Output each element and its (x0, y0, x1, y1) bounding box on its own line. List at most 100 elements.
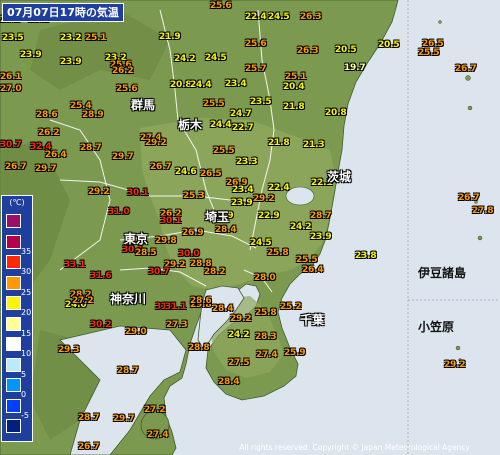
temperature-legend: (℃) 35 30 25 20 15 10 5 0 -5 (1, 195, 33, 442)
legend-swatch (6, 337, 21, 351)
temperature-value: 24.5 (205, 53, 227, 63)
prefecture-label-kanagawa: 神奈川 (110, 292, 147, 306)
temperature-value: 24.2 (228, 330, 250, 340)
temperature-value: 26.2 (38, 128, 60, 138)
prefecture-label-tokyo: 東京 (124, 232, 149, 246)
legend-swatch (6, 419, 21, 433)
legend-label: -5 (21, 410, 29, 420)
temperature-value: 29.7 (112, 152, 134, 162)
temperature-value: 28.7 (117, 366, 139, 376)
temperature-value: 30.2 (90, 320, 112, 330)
temperature-value: 28.7 (310, 211, 332, 221)
temperature-value: 25.8 (267, 248, 289, 258)
temperature-value: 23.2 (60, 33, 82, 43)
temperature-value: 28.6 (36, 110, 58, 120)
temperature-value: 23.9 (231, 198, 253, 208)
island-label-izu: 伊豆諸島 (418, 266, 467, 280)
temperature-value: 26.4 (302, 265, 324, 275)
temperature-value: 21.9 (159, 32, 181, 42)
temperature-value: 23.9 (60, 57, 82, 67)
legend-swatch (6, 255, 21, 269)
temperature-value: 24.6 (175, 167, 197, 177)
temperature-value: 26.7 (5, 162, 27, 172)
temperature-value: 27.3 (166, 320, 188, 330)
temperature-value: 29.2 (444, 360, 466, 370)
temperature-value: 25.2 (280, 302, 302, 312)
temperature-value: 22.4 (245, 12, 267, 22)
copyright-notice: All rights reserved. Copyright © Japan M… (239, 443, 470, 452)
legend-label: 0 (21, 390, 27, 399)
temperature-value: 26.5 (200, 169, 222, 179)
prefecture-label-tochigi: 栃木 (178, 118, 203, 132)
temperature-value: 29.2 (253, 194, 275, 204)
temperature-value: 30.0 (178, 249, 200, 259)
temperature-value: 20.4 (283, 82, 305, 92)
temperature-value: 28.0 (254, 273, 276, 283)
temperature-value: 31.0 (108, 207, 130, 217)
temperature-value: 25.7 (245, 64, 267, 74)
temperature-value: 28.9 (82, 110, 104, 120)
temperature-value: 24.2 (290, 222, 312, 232)
temperature-value: 23.4 (225, 79, 247, 89)
prefecture-label-ibaraki: 茨城 (327, 170, 352, 184)
temperature-value: 26.3 (300, 12, 322, 22)
temperature-value: 22.7 (232, 123, 254, 133)
temperature-value: 28.4 (215, 225, 237, 235)
temperature-value: 27.4 (147, 430, 169, 440)
temperature-value: 25.6 (210, 1, 232, 11)
temperature-value: 26.7 (455, 64, 477, 74)
temperature-value: 25.6 (116, 84, 138, 94)
temperature-value: 27.8 (472, 206, 494, 216)
temperature-value: 21.3 (303, 140, 325, 150)
temperature-value: 23.8 (355, 251, 377, 261)
temperature-value: 26.2 (112, 66, 134, 76)
temperature-value: 21.8 (268, 138, 290, 148)
temperature-value: 25.5 (213, 146, 235, 156)
temperature-value: 20.8 (325, 108, 347, 118)
temperature-value: 27.2 (144, 405, 166, 415)
temperature-value: 31.6 (90, 271, 112, 281)
prefecture-label-chiba: 千葉 (300, 313, 325, 327)
temperature-value: 30.7 (148, 267, 170, 277)
prefecture-label-gunma: 群馬 (131, 98, 156, 112)
temperature-value: 28.3 (255, 332, 277, 342)
temperature-value: 26.4 (45, 150, 67, 160)
map-title: 07月07日17時の気温 (2, 3, 124, 22)
temperature-value: 23.3 (236, 157, 258, 167)
temperature-value: 33.1 (64, 260, 86, 270)
temperature-value: 23.5 (2, 33, 24, 43)
temperature-value: 27.2 (72, 296, 94, 306)
temperature-value: 22.9 (258, 211, 280, 221)
temperature-value: 23.5 (250, 97, 272, 107)
temperature-value: 22.4 (268, 183, 290, 193)
temperature-value: 26.1 (0, 72, 22, 82)
temperature-value: 30.7 (0, 140, 22, 150)
legend-label: 5 (21, 369, 27, 379)
temperature-value: 24.7 (230, 109, 252, 119)
temperature-value: 25.5 (296, 255, 318, 265)
temperature-value: 24.5 (250, 238, 272, 248)
legend-swatch (6, 398, 21, 413)
legend-unit: (℃) (9, 198, 25, 207)
legend-swatch (6, 357, 21, 372)
temperature-value: 26.9 (182, 228, 204, 238)
temperature-value: 19.7 (344, 63, 366, 73)
temperature-value: 20.5 (378, 40, 400, 50)
temperature-value: 25.9 (284, 348, 306, 358)
temperature-value: 25.8 (255, 308, 277, 318)
temperature-value: 28.8 (188, 343, 210, 353)
temperature-value: 28.4 (212, 304, 234, 314)
legend-label: 30 (21, 267, 32, 276)
temperature-value: 30.1 (160, 216, 182, 226)
temperature-value: 29.0 (125, 327, 147, 337)
temperature-value: 27.5 (228, 358, 250, 368)
temperature-map: 20.920.825.622.424.526.323.223.525.120.5… (0, 0, 500, 455)
temperature-value: 24.5 (268, 12, 290, 22)
temperature-value: 25.1 (285, 72, 307, 82)
legend-label: 10 (21, 349, 32, 358)
temperature-value: 25.6 (245, 39, 267, 49)
legend-swatch (6, 378, 21, 392)
temperature-value: 23.9 (310, 232, 332, 242)
temperature-value: 29.2 (88, 187, 110, 197)
legend-label: 25 (21, 287, 32, 297)
